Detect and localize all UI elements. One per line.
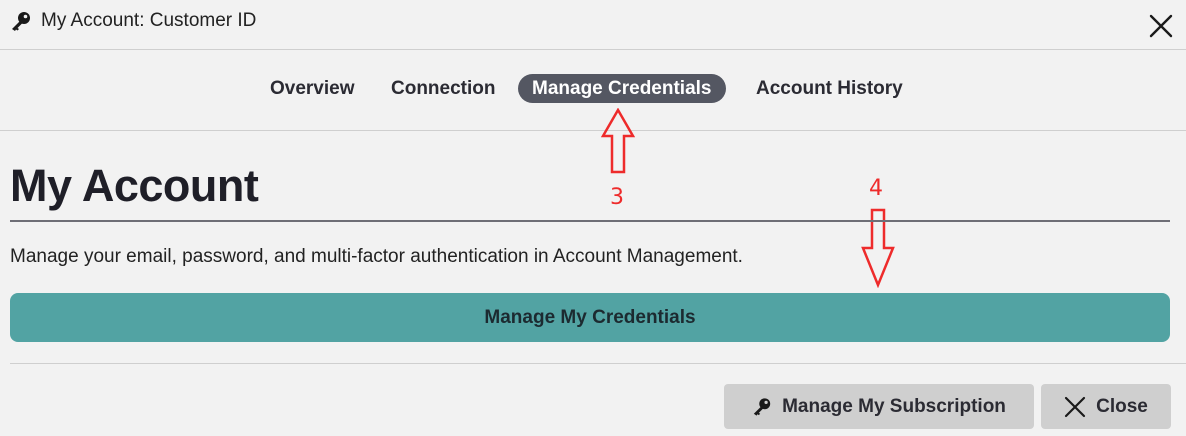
title-bar: My Account: Customer ID — [0, 0, 1186, 50]
close-icon — [1065, 396, 1086, 417]
tab-account-history[interactable]: Account History — [756, 74, 903, 103]
manage-subscription-button[interactable]: Manage My Subscription — [724, 384, 1034, 429]
key-icon — [12, 12, 30, 31]
manage-credentials-button[interactable]: Manage My Credentials — [10, 293, 1170, 342]
window-title: My Account: Customer ID — [41, 10, 257, 31]
key-icon — [753, 398, 771, 416]
tab-bar: Overview Connection Manage Credentials A… — [0, 50, 1186, 131]
page-title: My Account — [10, 160, 259, 211]
annotation-arrow-up — [601, 108, 635, 174]
annotation-step-4: 4 — [869, 176, 883, 201]
tab-manage-credentials[interactable]: Manage Credentials — [518, 74, 726, 103]
manage-subscription-label: Manage My Subscription — [782, 395, 1006, 417]
tab-connection[interactable]: Connection — [391, 74, 496, 103]
footer-divider — [10, 363, 1186, 364]
annotation-step-3: 3 — [610, 185, 624, 210]
heading-divider — [10, 220, 1170, 222]
close-label: Close — [1096, 395, 1148, 417]
close-button[interactable]: Close — [1041, 384, 1171, 429]
description-text: Manage your email, password, and multi-f… — [10, 246, 743, 267]
close-icon[interactable] — [1148, 13, 1174, 39]
tab-overview[interactable]: Overview — [270, 74, 355, 103]
